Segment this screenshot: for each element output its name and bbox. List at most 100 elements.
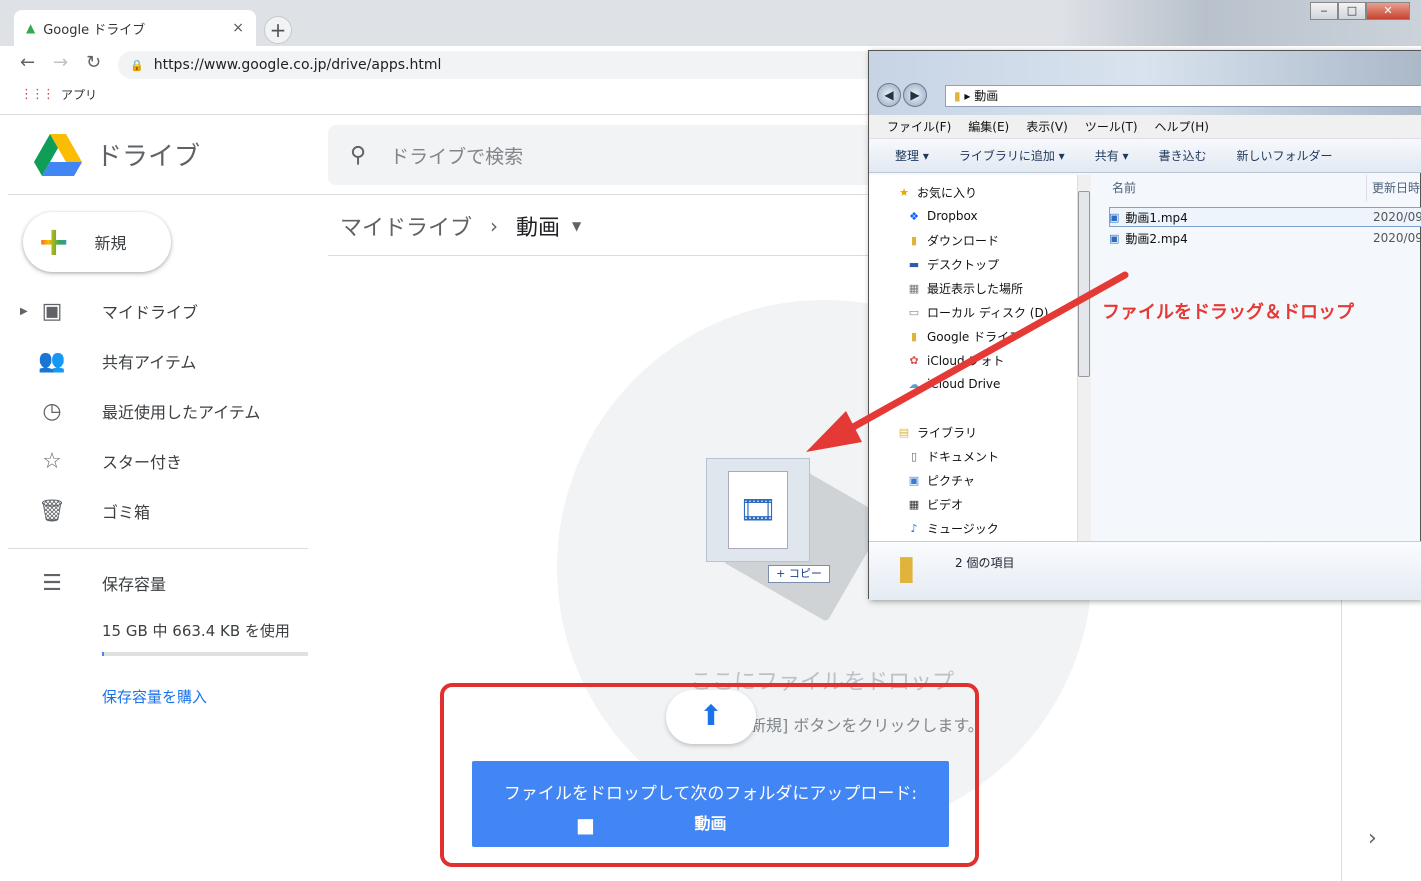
bookmark-apps[interactable]: アプリ <box>61 86 97 103</box>
drive-logo-text: ドライブ <box>96 142 201 172</box>
tab-title: Google ドライブ <box>43 22 146 38</box>
tree-label: ミュージック <box>927 521 999 536</box>
sidebar-item-recent[interactable]: ◷ 最近使用したアイテム <box>22 391 260 431</box>
divider <box>8 548 308 549</box>
breadcrumb-root[interactable]: マイドライブ <box>340 210 472 242</box>
new-tab-button[interactable]: + <box>264 16 292 44</box>
column-name[interactable]: 名前 <box>1112 179 1136 196</box>
tree-item-pictures[interactable]: ▣ ピクチャ <box>905 469 975 491</box>
search-icon[interactable]: ⚲ <box>350 143 366 168</box>
tree-item-libraries[interactable]: ▤ ライブラリ <box>895 421 977 443</box>
tree-label: Google ドライブ <box>927 329 1022 344</box>
tree-label: ドキュメント <box>927 449 1000 464</box>
tab-close-icon[interactable]: × <box>232 20 244 36</box>
library-icon: ▤ <box>898 425 910 439</box>
upload-banner: ファイルをドロップして次のフォルダにアップロード: ■ 動画 <box>472 761 949 847</box>
url-text: https://www.google.co.jp/drive/apps.html <box>153 57 442 73</box>
expand-caret-icon[interactable]: ▶ <box>20 306 38 317</box>
menu-tools[interactable]: ツール(T) <box>1085 118 1138 135</box>
tree-label: デスクトップ <box>927 257 1000 272</box>
tree-label: 最近表示した場所 <box>927 281 1024 296</box>
tree-item-videos[interactable]: ▦ ビデオ <box>905 493 963 515</box>
forward-arrow-icon[interactable]: → <box>53 52 68 73</box>
storage-icon: ☰ <box>42 570 62 596</box>
folder-icon: ▮ <box>954 89 961 103</box>
buy-storage-link[interactable]: 保存容量を購入 <box>102 686 207 707</box>
video-file-icon: ▣ <box>1109 231 1120 245</box>
tree-item-recent-places[interactable]: ▦ 最近表示した場所 <box>905 277 1023 299</box>
sidebar-item-label: スター付き <box>102 453 183 472</box>
breadcrumb-current[interactable]: 動画 <box>516 210 560 242</box>
tree-item-dropbox[interactable]: ❖ Dropbox <box>905 205 978 227</box>
browser-tab[interactable]: ▲ Google ドライブ × <box>14 10 256 46</box>
new-folder-button[interactable]: 新しいフォルダー <box>1237 147 1333 164</box>
new-label: 新規 <box>94 234 127 253</box>
drive-favicon-icon: ▲ <box>26 21 36 35</box>
sidebar-item-trash[interactable]: 🗑 ゴミ箱 <box>22 491 150 531</box>
menu-help[interactable]: ヘルプ(H) <box>1155 118 1209 135</box>
file-row[interactable]: ▣ 動画2.mp4 2020/09 <box>1109 228 1421 248</box>
item-count: 2 個の項目 <box>955 556 1015 570</box>
music-icon: ♪ <box>910 521 918 535</box>
address-bar[interactable]: 🔒 https://www.google.co.jp/drive/apps.ht… <box>118 51 878 79</box>
sidebar-item-my-drive[interactable]: ▶ ▣ マイドライブ <box>20 291 198 331</box>
tree-item-documents[interactable]: ▯ ドキュメント <box>905 445 999 467</box>
window-controls: ‒ □ ✕ <box>1310 2 1410 20</box>
picture-icon: ▣ <box>908 473 920 487</box>
cloud-icon: ☁ <box>908 377 920 391</box>
explorer-nav-buttons: ◀ ▶ <box>877 83 929 107</box>
tree-item-music[interactable]: ♪ ミュージック <box>905 517 999 539</box>
sidebar-item-storage[interactable]: ☰ 保存容量 <box>22 563 166 603</box>
scrollbar-thumb[interactable] <box>1078 191 1090 377</box>
tree-label: ローカル ディスク (D) <box>927 305 1049 320</box>
search-input[interactable]: ⚲ ドライブで検索 <box>328 125 888 185</box>
maximize-button[interactable]: □ <box>1338 2 1366 20</box>
storage-bar-fill <box>102 652 104 656</box>
film-icon: ▦ <box>908 497 920 511</box>
breadcrumb: マイドライブ › 動画 ▼ <box>340 210 581 242</box>
back-arrow-icon[interactable]: ← <box>20 52 35 73</box>
new-button[interactable]: + 新規 <box>23 212 171 272</box>
menu-file[interactable]: ファイル(F) <box>887 118 951 135</box>
menu-edit[interactable]: 編集(E) <box>968 118 1009 135</box>
column-date[interactable]: 更新日時 <box>1372 179 1420 196</box>
forward-icon[interactable]: ▶ <box>903 83 927 107</box>
file-row[interactable]: ▣ 動画1.mp4 2020/09 <box>1109 207 1421 227</box>
tree-label: ピクチャ <box>927 473 975 488</box>
chevron-right-icon[interactable]: › <box>1368 826 1377 851</box>
tree-item-icloud-drive[interactable]: ☁ iCloud Drive <box>905 373 1001 395</box>
bookmarks-bar: ⋮⋮⋮ アプリ <box>20 86 97 103</box>
sidebar-item-label: 最近使用したアイテム <box>102 403 261 422</box>
explorer-address-bar[interactable]: ▮ ▸ 動画 <box>945 85 1421 107</box>
tree-item-desktop[interactable]: ▬ デスクトップ <box>905 253 999 275</box>
tree-label: Dropbox <box>927 209 978 223</box>
desktop-icon: ▬ <box>908 257 920 271</box>
sidebar-item-shared[interactable]: 👥 共有アイテム <box>22 341 196 381</box>
reload-icon[interactable]: ↻ <box>86 52 101 73</box>
address-text: 動画 <box>974 89 999 103</box>
column-divider[interactable] <box>1366 175 1367 201</box>
search-placeholder: ドライブで検索 <box>390 145 524 168</box>
tree-item-google-drive[interactable]: ▮ Google ドライブ <box>905 325 1021 347</box>
chevron-down-icon[interactable]: ▼ <box>572 219 581 233</box>
add-to-library-button[interactable]: ライブラリに追加 ▾ <box>959 147 1065 164</box>
burn-button[interactable]: 書き込む <box>1159 147 1207 164</box>
menu-view[interactable]: 表示(V) <box>1026 118 1068 135</box>
sidebar-item-starred[interactable]: ☆ スター付き <box>22 441 182 481</box>
storage-bar <box>102 652 308 656</box>
share-button[interactable]: 共有 ▾ <box>1095 147 1129 164</box>
tree-item-favorites[interactable]: ★ お気に入り <box>895 181 977 203</box>
minimize-button[interactable]: ‒ <box>1310 2 1338 20</box>
trash-icon: 🗑 <box>38 498 66 524</box>
tree-item-local-disk[interactable]: ▭ ローカル ディスク (D) <box>905 301 1049 323</box>
upload-banner-text: ファイルをドロップして次のフォルダにアップロード: <box>503 784 918 804</box>
organize-button[interactable]: 整理 ▾ <box>895 147 929 164</box>
close-window-button[interactable]: ✕ <box>1366 2 1410 20</box>
chevron-right-icon: › <box>490 214 499 238</box>
tree-item-icloud-photos[interactable]: ✿ iCloud フォト <box>905 349 1004 371</box>
explorer-command-bar: 整理 ▾ ライブラリに追加 ▾ 共有 ▾ 書き込む 新しいフォルダー <box>869 139 1421 173</box>
apps-grid-icon[interactable]: ⋮⋮⋮ <box>20 87 55 102</box>
folder-icon: ▮ <box>910 329 918 343</box>
tree-item-downloads[interactable]: ▮ ダウンロード <box>905 229 999 251</box>
back-icon[interactable]: ◀ <box>877 83 901 107</box>
